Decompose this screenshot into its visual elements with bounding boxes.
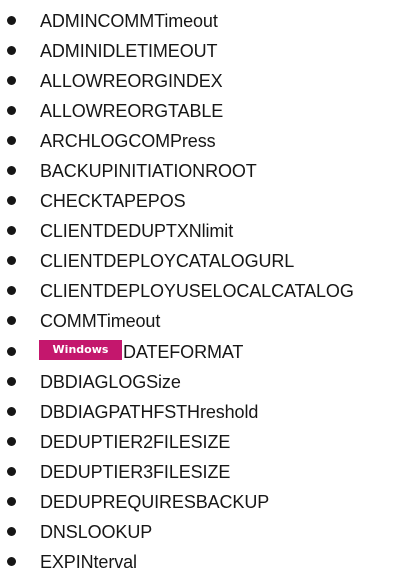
bullet-icon (7, 166, 16, 176)
bullet-icon (7, 286, 16, 296)
option-label[interactable]: DATEFORMAT (123, 342, 243, 362)
option-label[interactable]: ARCHLOGCOMPress (40, 131, 216, 151)
bullet-icon (7, 316, 16, 326)
list-item: ARCHLOGCOMPress (0, 125, 404, 155)
bullet-icon (7, 406, 16, 416)
list-item: ALLOWREORGINDEX (0, 65, 404, 95)
option-label[interactable]: DEDUPTIER2FILESIZE (40, 432, 230, 452)
list-item: ADMINCOMMTimeout (0, 5, 404, 35)
bullet-icon (7, 76, 16, 86)
bullet-icon (7, 556, 16, 566)
list-item: Windows DATEFORMAT (0, 336, 404, 366)
option-label[interactable]: DNSLOOKUP (40, 522, 152, 542)
option-label[interactable]: BACKUPINITIATIONROOT (40, 161, 257, 181)
bullet-icon (7, 106, 16, 116)
bullet-icon (7, 376, 16, 386)
option-label[interactable]: ADMINCOMMTimeout (40, 11, 218, 31)
option-label[interactable]: DEDUPTIER3FILESIZE (40, 462, 230, 482)
option-label[interactable]: COMMTimeout (40, 312, 160, 332)
option-label[interactable]: EXPINterval (40, 552, 137, 572)
list-item: DEDUPTIER2FILESIZE (0, 426, 404, 456)
bullet-icon (7, 526, 16, 536)
list-item: DEDUPTIER3FILESIZE (0, 456, 404, 486)
list-item: DBDIAGPATHFSTHreshold (0, 396, 404, 426)
option-label[interactable]: CLIENTDEPLOYCATALOGURL (40, 252, 294, 272)
option-label[interactable]: ADMINIDLETIMEOUT (40, 41, 218, 61)
bullet-icon (7, 496, 16, 506)
option-label[interactable]: DEDUPREQUIRESBACKUP (40, 492, 269, 512)
server-option-list: ADMINCOMMTimeout ADMINIDLETIMEOUT ALLOWR… (0, 5, 404, 576)
list-item: CLIENTDEPLOYCATALOGURL (0, 245, 404, 275)
bullet-icon (7, 256, 16, 266)
bullet-icon (7, 16, 16, 26)
option-label[interactable]: CLIENTDEDUPTXNlimit (40, 222, 233, 242)
bullet-icon (7, 436, 16, 446)
windows-badge: Windows (39, 339, 122, 360)
bullet-icon (7, 196, 16, 206)
option-label[interactable]: DBDIAGPATHFSTHreshold (40, 402, 258, 422)
list-item: CLIENTDEDUPTXNlimit (0, 215, 404, 245)
bullet-icon (7, 226, 16, 236)
bullet-icon (7, 136, 16, 146)
option-label[interactable]: ALLOWREORGTABLE (40, 101, 223, 121)
option-label[interactable]: CHECKTAPEPOS (40, 192, 186, 212)
list-item: ALLOWREORGTABLE (0, 95, 404, 125)
list-item: COMMTimeout (0, 305, 404, 335)
option-label[interactable]: ALLOWREORGINDEX (40, 71, 223, 91)
list-item: CLIENTDEPLOYUSELOCALCATALOG (0, 275, 404, 305)
list-item: CHECKTAPEPOS (0, 185, 404, 215)
option-label[interactable]: CLIENTDEPLOYUSELOCALCATALOG (40, 282, 354, 302)
list-item: DNSLOOKUP (0, 516, 404, 546)
bullet-icon (7, 346, 16, 356)
list-item: ADMINIDLETIMEOUT (0, 35, 404, 65)
bullet-icon (7, 46, 16, 56)
bullet-icon (7, 466, 16, 476)
list-item: EXPINterval (0, 546, 404, 576)
list-item: DEDUPREQUIRESBACKUP (0, 486, 404, 516)
list-item: DBDIAGLOGSize (0, 366, 404, 396)
list-item: BACKUPINITIATIONROOT (0, 155, 404, 185)
option-label[interactable]: DBDIAGLOGSize (40, 372, 181, 392)
